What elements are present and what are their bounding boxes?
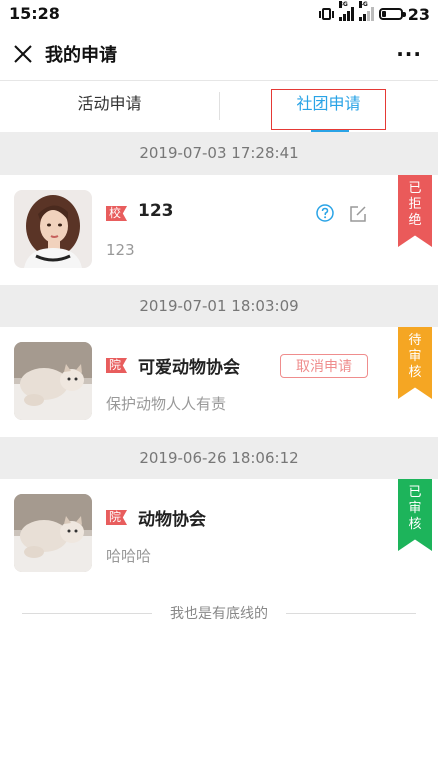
status-char: 核 <box>408 365 422 380</box>
status-ribbon-approved: 已 审 核 <box>398 479 432 551</box>
date-bar: 2019-06-26 18:06:12 <box>0 437 438 480</box>
status-time: 15:28 <box>9 4 60 23</box>
club-description: 123 <box>106 241 135 259</box>
date-bar: 2019-07-03 17:28:41 <box>0 132 438 175</box>
status-char: 绝 <box>408 213 422 228</box>
close-icon[interactable] <box>12 43 34 65</box>
status-char: 已 <box>408 181 422 196</box>
club-name: 123 <box>138 201 174 221</box>
woman-portrait-image <box>14 190 92 268</box>
more-icon[interactable]: ··· <box>396 42 422 66</box>
club-description: 保护动物人人有责 <box>106 395 227 413</box>
edit-icon[interactable] <box>348 204 368 224</box>
status-char: 审 <box>408 349 422 364</box>
cat-photo-image <box>14 494 92 572</box>
network-type-4g: 4G <box>358 1 368 8</box>
application-card[interactable]: 校 123 123 已 拒 绝 <box>0 175 438 285</box>
club-name: 动物协会 <box>138 510 206 530</box>
date-bar: 2019-07-01 18:03:09 <box>0 285 438 328</box>
application-card[interactable]: 院 动物协会 哈哈哈 已 审 核 <box>0 479 438 589</box>
status-char: 已 <box>408 485 422 500</box>
club-description: 哈哈哈 <box>106 547 152 565</box>
status-char: 待 <box>408 333 422 348</box>
status-icons: 3G 4G 23 <box>318 1 430 24</box>
battery-level: 23 <box>407 4 430 24</box>
battery-fill <box>381 11 386 17</box>
help-icon[interactable] <box>316 204 334 222</box>
nav-header: 我的申请 ··· <box>0 28 438 81</box>
status-ribbon-rejected: 已 拒 绝 <box>398 175 432 247</box>
club-name: 可爱动物协会 <box>138 358 240 378</box>
status-bar: 15:28 3G 4G 23 <box>0 0 438 28</box>
tab-highlight-box <box>271 89 386 130</box>
avatar <box>14 342 92 420</box>
network-type-3g: 3G <box>338 1 348 8</box>
tab-activity-applications[interactable]: 活动申请 <box>0 81 219 131</box>
status-char: 拒 <box>408 197 422 212</box>
application-card[interactable]: 院 可爱动物协会 保护动物人人有责 取消申请 待 审 核 <box>0 327 438 437</box>
battery-icon <box>378 8 406 20</box>
level-tag: 院 <box>106 510 128 525</box>
signal-3g-icon: 3G <box>338 1 354 21</box>
status-char: 审 <box>408 501 422 516</box>
cancel-application-button[interactable]: 取消申请 <box>280 354 368 378</box>
status-char: 核 <box>408 517 422 532</box>
footer-divider-right <box>286 613 416 614</box>
avatar <box>14 494 92 572</box>
cat-photo-image <box>14 342 92 420</box>
signal-4g-icon: 4G <box>358 1 374 21</box>
avatar <box>14 190 92 268</box>
status-ribbon-pending: 待 审 核 <box>398 327 432 399</box>
vibrate-icon <box>318 8 334 20</box>
level-tag: 院 <box>106 358 128 373</box>
page-title: 我的申请 <box>45 45 117 66</box>
level-tag: 校 <box>106 206 128 221</box>
